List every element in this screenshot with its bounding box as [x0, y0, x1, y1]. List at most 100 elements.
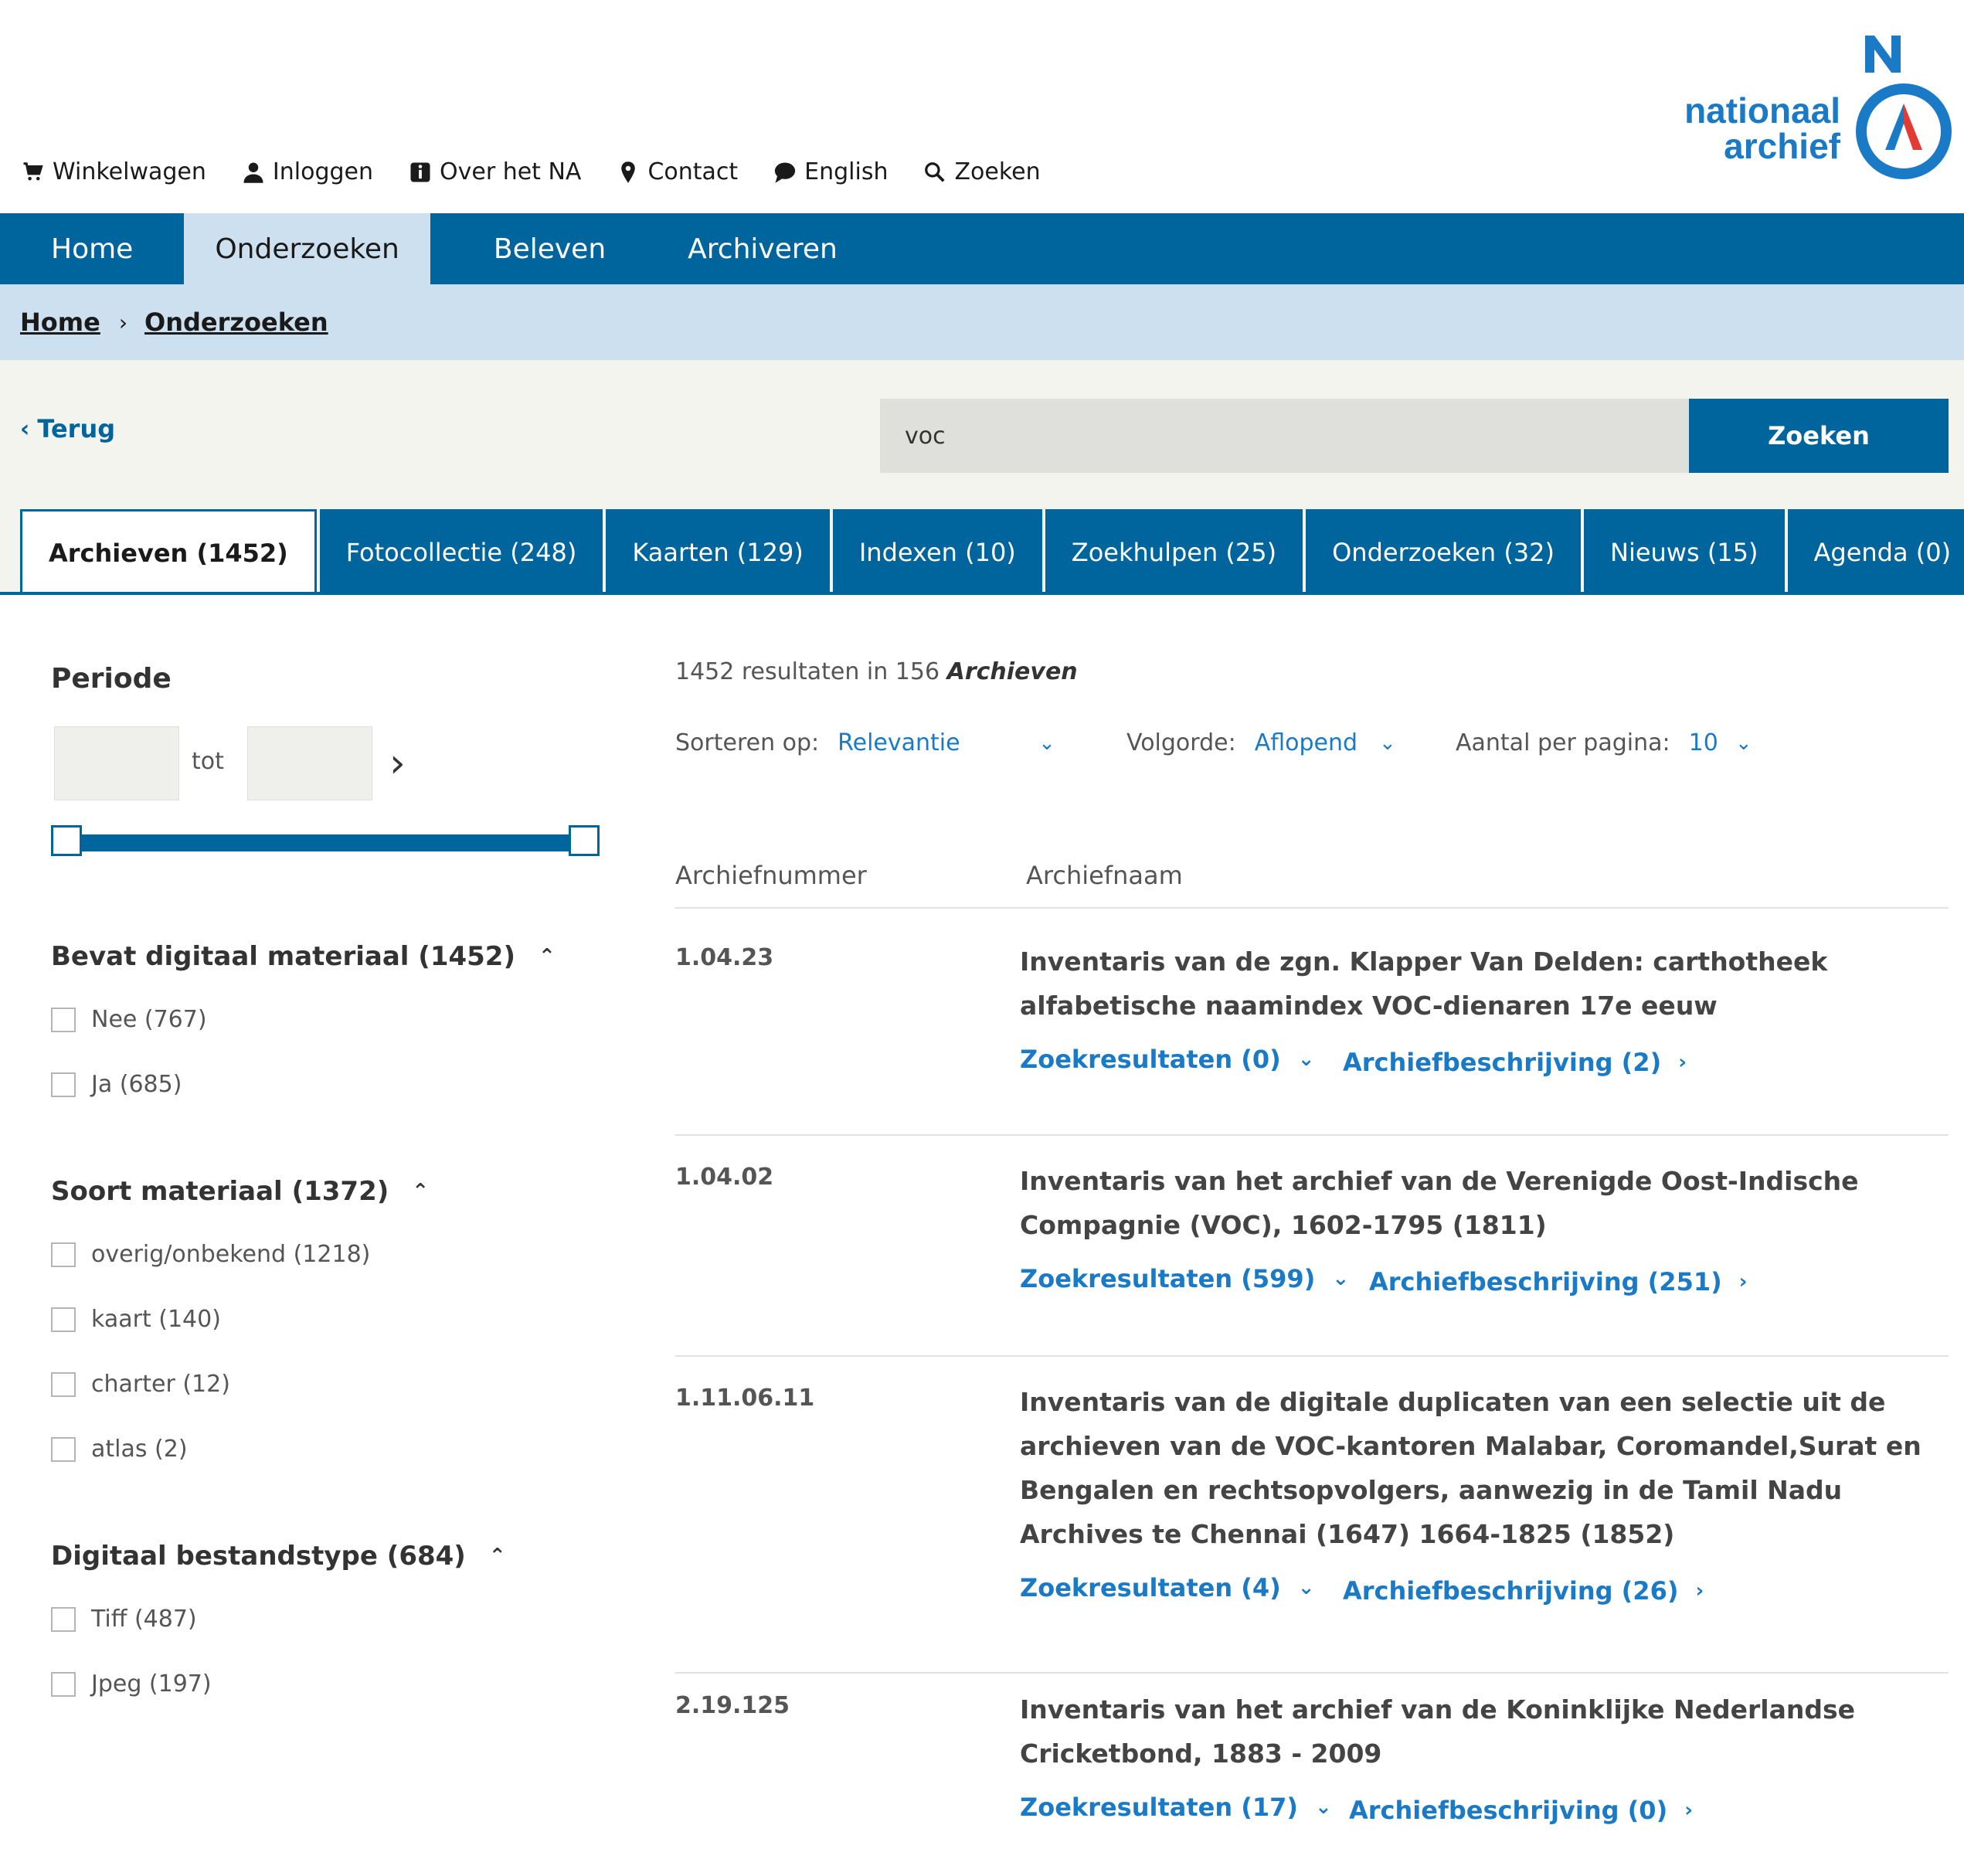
archiefbeschrijving-link[interactable]: Archiefbeschrijving (251) › [1369, 1267, 1747, 1297]
archiefbeschrijving-link[interactable]: Archiefbeschrijving (26) › [1343, 1576, 1704, 1606]
chevron-right-icon: › [1678, 1051, 1687, 1074]
facet-option[interactable]: charter (12) [51, 1371, 230, 1398]
facet-option[interactable]: Jpeg (197) [51, 1670, 212, 1698]
facet-bestandstype-toggle[interactable]: Digitaal bestandstype (684) ⌃ [51, 1541, 506, 1572]
chevron-right-icon: › [1738, 1270, 1748, 1293]
tab-agenda[interactable]: Agenda (0) [1787, 509, 1964, 595]
nav-beleven[interactable]: Beleven [430, 213, 652, 284]
facet-option[interactable]: Tiff (487) [51, 1606, 197, 1633]
checkbox[interactable] [51, 1072, 76, 1097]
period-slider-min-handle[interactable] [51, 825, 82, 856]
tab-indexen[interactable]: Indexen (10) [832, 509, 1042, 595]
facet-soort-materiaal-toggle[interactable]: Soort materiaal (1372) ⌃ [51, 1176, 429, 1207]
per-page-select[interactable]: Aantal per pagina: 10 ⌄ [1456, 729, 1752, 756]
zoekresultaten-toggle[interactable]: Zoekresultaten (17) ⌄ [1020, 1793, 1332, 1822]
filter-sidebar: Periode tot › Bevat digitaal materiaal (… [0, 595, 634, 1876]
archive-name-link[interactable]: Inventaris van het archief van de Vereni… [1020, 1159, 1947, 1247]
archiefbeschrijving-link[interactable]: Archiefbeschrijving (0) › [1349, 1796, 1693, 1825]
column-header-archiefnummer: Archiefnummer [675, 861, 867, 890]
tab-zoekhulpen[interactable]: Zoekhulpen (25) [1045, 509, 1303, 595]
user-icon [240, 159, 267, 185]
result-summary: 1452 resultaten in 156 Archieven [675, 658, 1078, 685]
util-contact-label: Contact [647, 158, 739, 185]
zoekresultaten-toggle[interactable]: Zoekresultaten (4) ⌄ [1020, 1573, 1315, 1602]
archiefbeschrijving-link[interactable]: Archiefbeschrijving (2) › [1343, 1048, 1687, 1077]
chevron-down-icon: ⌄ [1332, 1267, 1350, 1290]
archiefbeschrijving-label: Archiefbeschrijving (2) [1343, 1048, 1662, 1077]
archiefbeschrijving-label: Archiefbeschrijving (251) [1369, 1267, 1722, 1297]
util-about-link[interactable]: Over het NA [407, 158, 581, 185]
main-nav: Home Onderzoeken Beleven Archiveren [0, 213, 1964, 284]
result-summary-text: 1452 resultaten in 156 [675, 658, 940, 685]
tab-kaarten[interactable]: Kaarten (129) [606, 509, 830, 595]
logo-line-2: archief [1724, 126, 1840, 166]
breadcrumb-home[interactable]: Home [20, 308, 100, 337]
tab-onderzoeken[interactable]: Onderzoeken (32) [1306, 509, 1581, 595]
checkbox[interactable] [51, 1242, 76, 1267]
sort-by-value[interactable]: Relevantie [838, 729, 1017, 756]
search-button[interactable]: Zoeken [1689, 399, 1949, 473]
order-value[interactable]: Aflopend [1255, 729, 1357, 756]
period-apply-chevron-icon[interactable]: › [389, 742, 420, 785]
util-login-link[interactable]: Inloggen [240, 158, 373, 185]
period-slider-max-handle[interactable] [569, 825, 600, 856]
period-slider-track[interactable] [63, 834, 583, 851]
nav-home[interactable]: Home [0, 213, 184, 284]
checkbox[interactable] [51, 1606, 76, 1632]
checkbox[interactable] [51, 1007, 76, 1032]
checkbox[interactable] [51, 1371, 76, 1397]
facet-title: Soort materiaal [51, 1176, 283, 1207]
nav-archiveren[interactable]: Archiveren [652, 213, 868, 284]
order-label: Volgorde: [1126, 729, 1236, 756]
archive-name-link[interactable]: Inventaris van het archief van de Konink… [1020, 1687, 1947, 1776]
search-band: ‹ Terug Zoeken Archieven (1452) Fotocoll… [0, 360, 1964, 595]
util-search-link[interactable]: Zoeken [922, 158, 1041, 185]
chevron-right-icon: › [1695, 1579, 1704, 1602]
tab-fotocollectie[interactable]: Fotocollectie (248) [319, 509, 603, 595]
tab-archieven[interactable]: Archieven (1452) [20, 509, 317, 595]
checkbox[interactable] [51, 1307, 76, 1332]
chevron-down-icon[interactable]: ⌄ [1735, 732, 1752, 755]
year-to-input[interactable] [247, 726, 372, 800]
util-english-label: English [804, 158, 889, 185]
column-header-archiefnaam: Archiefnaam [1026, 861, 1183, 890]
facet-option[interactable]: overig/onbekend (1218) [51, 1241, 370, 1268]
util-contact-link[interactable]: Contact [615, 158, 738, 185]
back-link[interactable]: ‹ Terug [20, 414, 115, 444]
nationaal-archief-logo[interactable]: nationaal archief [1661, 32, 1955, 179]
facet-title: Bevat digitaal materiaal [51, 941, 409, 972]
chevron-down-icon: ⌄ [1297, 1576, 1315, 1599]
breadcrumb-onderzoeken[interactable]: Onderzoeken [144, 308, 328, 337]
chevron-down-icon[interactable]: ⌄ [1038, 732, 1055, 755]
order-select[interactable]: Volgorde: Aflopend ⌄ [1126, 729, 1396, 756]
chevron-down-icon[interactable]: ⌄ [1379, 732, 1396, 755]
archive-name-link[interactable]: Inventaris van de zgn. Klapper Van Delde… [1020, 940, 1947, 1028]
util-search-label: Zoeken [954, 158, 1041, 185]
search-icon [922, 159, 948, 185]
tab-nieuws[interactable]: Nieuws (15) [1584, 509, 1785, 595]
zoekresultaten-toggle[interactable]: Zoekresultaten (599) ⌄ [1020, 1264, 1349, 1293]
util-cart-link[interactable]: Winkelwagen [20, 158, 206, 185]
per-page-value[interactable]: 10 [1689, 729, 1718, 756]
util-english-link[interactable]: English [772, 158, 888, 185]
archive-name-link[interactable]: Inventaris van de digitale duplicaten va… [1020, 1380, 1947, 1556]
tot-label: tot [192, 748, 224, 775]
search-input[interactable] [880, 399, 1689, 473]
logo-wordmark: nationaal archief [1661, 93, 1840, 164]
facet-option[interactable]: kaart (140) [51, 1306, 221, 1333]
chevron-right-icon: › [118, 309, 128, 335]
facet-option[interactable]: Ja (685) [51, 1071, 182, 1098]
facet-digitaal-materiaal-toggle[interactable]: Bevat digitaal materiaal (1452) ⌃ [51, 941, 556, 972]
facet-option[interactable]: atlas (2) [51, 1436, 188, 1463]
nav-onderzoeken[interactable]: Onderzoeken [184, 213, 430, 284]
facet-option-label: atlas (2) [91, 1436, 188, 1463]
checkbox[interactable] [51, 1671, 76, 1697]
facet-option[interactable]: Nee (767) [51, 1006, 207, 1033]
archive-number: 1.04.23 [675, 944, 774, 971]
year-from-input[interactable] [54, 726, 179, 800]
chevron-left-icon: ‹ [20, 415, 30, 443]
speech-bubble-icon [772, 159, 798, 185]
checkbox[interactable] [51, 1436, 76, 1462]
zoekresultaten-toggle[interactable]: Zoekresultaten (0) ⌄ [1020, 1045, 1315, 1074]
sort-by-select[interactable]: Sorteren op: Relevantie ⌄ [675, 729, 1055, 756]
